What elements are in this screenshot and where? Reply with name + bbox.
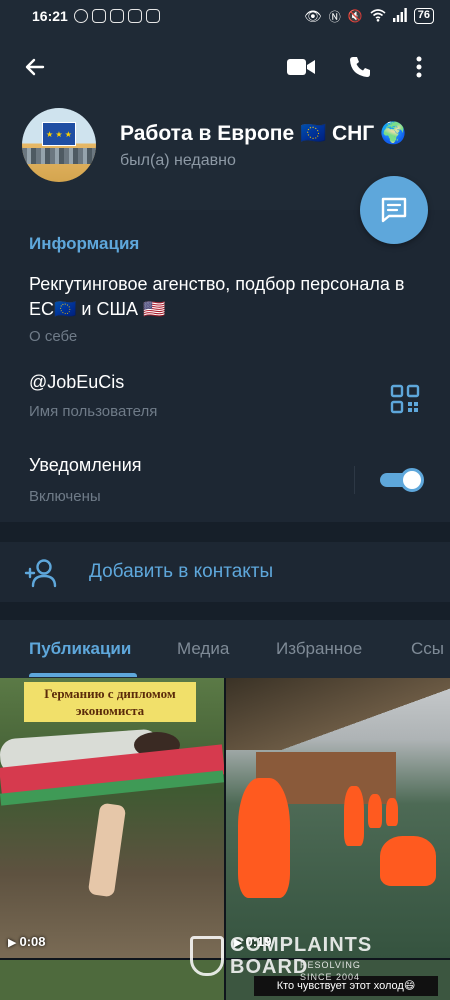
play-icon: ▶ — [8, 937, 17, 949]
notification-icons — [73, 9, 160, 23]
mute-icon: 🔇 — [347, 9, 363, 23]
info-section: Информация Рекгутинговое агенство, подбо… — [0, 210, 450, 522]
signal-icon — [392, 7, 407, 25]
divider — [354, 466, 355, 494]
section-divider — [0, 602, 450, 620]
info-heading: Информация — [29, 234, 140, 253]
thumbnail-worker — [380, 836, 436, 886]
complaints-board-watermark: COMPLAINTS BOARD RESOLVING SINCE 2004 — [190, 934, 420, 994]
more-vertical-icon — [416, 56, 422, 78]
video-duration: ▶ 0:08 — [8, 934, 46, 949]
city-skyline-image — [22, 148, 96, 164]
add-user-icon — [24, 559, 57, 588]
watermark-text: RESOLVING — [300, 960, 361, 970]
eu-flag-icon: ★ ★ ★ — [42, 122, 76, 146]
arrow-left-icon — [25, 58, 45, 76]
chat-bubble-icon — [381, 197, 407, 223]
qr-code-icon — [390, 384, 420, 414]
shield-logo-icon — [190, 936, 224, 976]
watermark-text: BOARD — [230, 956, 309, 978]
bio-text[interactable]: Рекгутинговое агенство, подбор персонала… — [29, 272, 409, 322]
watermark-text: COMPLAINTS — [230, 934, 373, 956]
notifications-toggle[interactable] — [380, 468, 424, 492]
status-time: 16:21 — [32, 8, 68, 24]
thumbnail-roof — [226, 678, 450, 750]
watermark-text: SINCE 2004 — [300, 972, 361, 982]
nfc-icon: Ⓝ — [328, 9, 341, 24]
battery-indicator: 76 — [413, 8, 434, 24]
toggle-knob — [400, 468, 424, 492]
channel-title: Работа в Европе 🇪🇺 СНГ 🌍 — [120, 122, 407, 145]
whatsapp-icon — [73, 9, 88, 23]
video-thumbnail[interactable]: Германию с дипломом экономиста ▶ 0:08 — [0, 678, 224, 958]
username-text[interactable]: @JobEuCis — [29, 372, 124, 393]
active-tab-indicator — [29, 673, 137, 677]
thumbnail-worker — [386, 798, 398, 826]
tab-saved[interactable]: Избранное — [276, 639, 362, 659]
status-bar: 16:21 👁 Ⓝ 🔇 76 — [0, 0, 450, 32]
video-caption: Германию с дипломом экономиста — [24, 682, 196, 722]
news-icon — [145, 9, 160, 23]
more-options-button[interactable] — [402, 50, 436, 84]
add-to-contacts-button[interactable]: Добавить в контакты — [0, 542, 450, 602]
eye-icon: 👁 — [304, 7, 322, 24]
tab-links[interactable]: Ссы — [411, 639, 444, 659]
add-to-contacts-label: Добавить в контакты — [89, 561, 274, 582]
video-camera-icon — [287, 59, 315, 75]
username-label: Имя пользователя — [29, 403, 158, 420]
video-thumbnail[interactable]: ▶ 0:19 — [226, 678, 450, 958]
tab-posts[interactable]: Публикации — [29, 639, 131, 659]
section-divider — [0, 522, 450, 542]
qr-code-button[interactable] — [390, 384, 420, 414]
instagram-icon — [127, 9, 142, 23]
thumbnail-legs — [87, 802, 127, 898]
youtube-icon — [91, 9, 106, 23]
media-tabs: Публикации Медиа Избранное Ссы — [0, 620, 450, 678]
phone-icon — [350, 57, 370, 77]
bio-label: О себе — [29, 328, 78, 345]
profile-screen: 16:21 👁 Ⓝ 🔇 76 ★ ★ ★ Работа в Европе 🇪🇺 … — [0, 0, 450, 1000]
notifications-title[interactable]: Уведомления — [29, 455, 142, 476]
wifi-icon — [370, 8, 386, 25]
thumbnail-worker — [238, 778, 290, 898]
avatar[interactable]: ★ ★ ★ — [22, 108, 96, 182]
message-button[interactable] — [360, 176, 428, 244]
call-button[interactable] — [343, 50, 377, 84]
last-seen-status: был(а) недавно — [120, 152, 236, 169]
thumbnail-worker — [368, 794, 382, 828]
video-call-button[interactable] — [284, 50, 318, 84]
tab-media[interactable]: Медиа — [177, 639, 229, 659]
video-duration-text: 0:08 — [19, 934, 46, 949]
thumbnail-worker — [344, 786, 364, 846]
back-button[interactable] — [18, 50, 52, 84]
notifications-state: Включены — [29, 488, 101, 505]
instagram-icon — [109, 9, 124, 23]
